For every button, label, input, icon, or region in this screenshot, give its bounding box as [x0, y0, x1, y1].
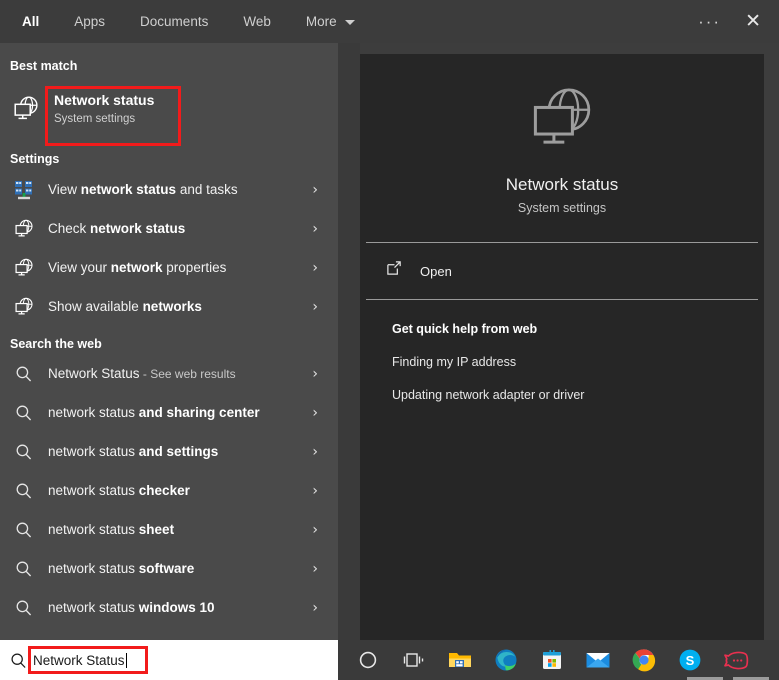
chevron-down-icon — [345, 20, 355, 25]
web-result-item[interactable]: Network Status - See web results › — [0, 354, 338, 393]
best-match-heading: Best match — [0, 59, 338, 73]
settings-result-label: Show available networks — [48, 299, 202, 314]
chevron-right-icon: › — [312, 600, 318, 616]
web-result-item[interactable]: network status and settings › — [0, 432, 338, 471]
web-result-label: network status windows 10 — [48, 600, 215, 615]
google-chrome-icon[interactable] — [621, 640, 667, 680]
settings-result-label: View your network properties — [48, 260, 226, 275]
search-icon — [10, 516, 38, 544]
search-icon — [10, 399, 38, 427]
chevron-right-icon: › — [312, 299, 318, 315]
search-icon — [10, 477, 38, 505]
web-result-item[interactable]: network status and sharing center › — [0, 393, 338, 432]
tab-documents[interactable]: Documents — [140, 14, 208, 29]
chevron-right-icon: › — [312, 366, 318, 382]
microsoft-store-icon[interactable] — [529, 640, 575, 680]
web-result-label: Network Status - See web results — [48, 366, 236, 381]
taskbar-search-box[interactable]: Network Status — [0, 640, 338, 680]
web-result-label: network status checker — [48, 483, 190, 498]
search-icon — [10, 360, 38, 388]
tab-apps[interactable]: Apps — [74, 14, 105, 29]
tab-more[interactable]: More — [306, 14, 355, 29]
search-icon — [10, 555, 38, 583]
best-match-item[interactable]: Network status System settings — [0, 79, 338, 139]
chevron-right-icon: › — [312, 182, 318, 198]
tab-web[interactable]: Web — [243, 14, 271, 29]
network-sharing-center-icon — [10, 176, 38, 204]
network-status-globe-icon — [10, 93, 42, 125]
settings-result-item[interactable]: Show available networks › — [0, 287, 338, 326]
search-icon — [10, 594, 38, 622]
microsoft-edge-icon[interactable] — [483, 640, 529, 680]
settings-result-item[interactable]: Check network status › — [0, 209, 338, 248]
chevron-right-icon: › — [312, 522, 318, 538]
chevron-right-icon: › — [312, 561, 318, 577]
open-action-label: Open — [420, 264, 452, 279]
web-result-label: network status software — [48, 561, 194, 576]
close-icon[interactable]: ✕ — [731, 12, 779, 31]
window-controls: ··· ✕ — [688, 0, 779, 43]
mail-icon[interactable] — [575, 640, 621, 680]
web-result-label: network status and sharing center — [48, 405, 260, 420]
settings-results-list: View network status and tasks›Check netw… — [0, 170, 338, 326]
settings-result-item[interactable]: View network status and tasks › — [0, 170, 338, 209]
chevron-right-icon: › — [312, 260, 318, 276]
settings-result-item[interactable]: View your network properties › — [0, 248, 338, 287]
tab-all[interactable]: All — [22, 14, 39, 29]
preview-hero: Network status System settings — [360, 54, 764, 242]
open-external-icon — [386, 260, 403, 282]
web-result-item[interactable]: network status sheet › — [0, 510, 338, 549]
search-filter-bar: All Apps Documents Web More ··· ✕ — [0, 0, 779, 43]
chat-rocket-icon[interactable] — [713, 640, 759, 680]
filter-tabs: All Apps Documents Web More — [0, 14, 355, 29]
cortana-icon[interactable] — [345, 640, 391, 680]
search-input[interactable]: Network Status — [33, 653, 125, 668]
chevron-right-icon: › — [312, 221, 318, 237]
web-result-label: network status and settings — [48, 444, 218, 459]
taskbar-icons: S — [345, 640, 759, 680]
quick-help-section: Get quick help from web Finding my IP ad… — [360, 300, 764, 402]
preview-title: Network status — [506, 175, 618, 195]
web-result-label: network status sheet — [48, 522, 174, 537]
results-panel: Best match Network status System setting… — [0, 43, 338, 640]
web-heading: Search the web — [0, 337, 338, 351]
web-result-item[interactable]: network status software › — [0, 549, 338, 588]
preview-subtitle: System settings — [518, 201, 606, 215]
search-icon — [10, 438, 38, 466]
text-cursor — [126, 653, 127, 668]
overflow-menu-button[interactable]: ··· — [688, 12, 731, 32]
best-match-title: Network status — [54, 91, 154, 110]
preview-panel: Network status System settings Open Get … — [360, 54, 764, 640]
settings-result-label: View network status and tasks — [48, 182, 238, 197]
task-view-icon[interactable] — [391, 640, 437, 680]
quick-help-link-1[interactable]: Updating network adapter or driver — [392, 388, 764, 402]
network-status-globe-icon — [10, 293, 38, 321]
network-status-globe-icon — [10, 254, 38, 282]
search-icon — [8, 652, 28, 669]
settings-result-label: Check network status — [48, 221, 185, 236]
chevron-right-icon: › — [312, 405, 318, 421]
windows-search-screen: All Apps Documents Web More ··· ✕ Best m… — [0, 0, 779, 680]
chevron-right-icon: › — [312, 444, 318, 460]
network-status-globe-icon — [10, 215, 38, 243]
quick-help-heading: Get quick help from web — [392, 322, 764, 336]
tab-more-label: More — [306, 14, 337, 29]
web-results-list: Network Status - See web results›network… — [0, 354, 338, 627]
open-action-button[interactable]: Open — [360, 243, 764, 299]
web-result-item[interactable]: network status checker › — [0, 471, 338, 510]
best-match-subtitle: System settings — [54, 111, 154, 127]
panel-gutter — [338, 43, 360, 640]
settings-heading: Settings — [0, 152, 338, 166]
web-result-item[interactable]: network status windows 10 › — [0, 588, 338, 627]
skype-icon[interactable]: S — [667, 640, 713, 680]
svg-text:S: S — [686, 653, 695, 668]
file-explorer-icon[interactable] — [437, 640, 483, 680]
chevron-right-icon: › — [312, 483, 318, 499]
quick-help-link-0[interactable]: Finding my IP address — [392, 355, 764, 369]
network-status-globe-icon — [525, 82, 599, 161]
